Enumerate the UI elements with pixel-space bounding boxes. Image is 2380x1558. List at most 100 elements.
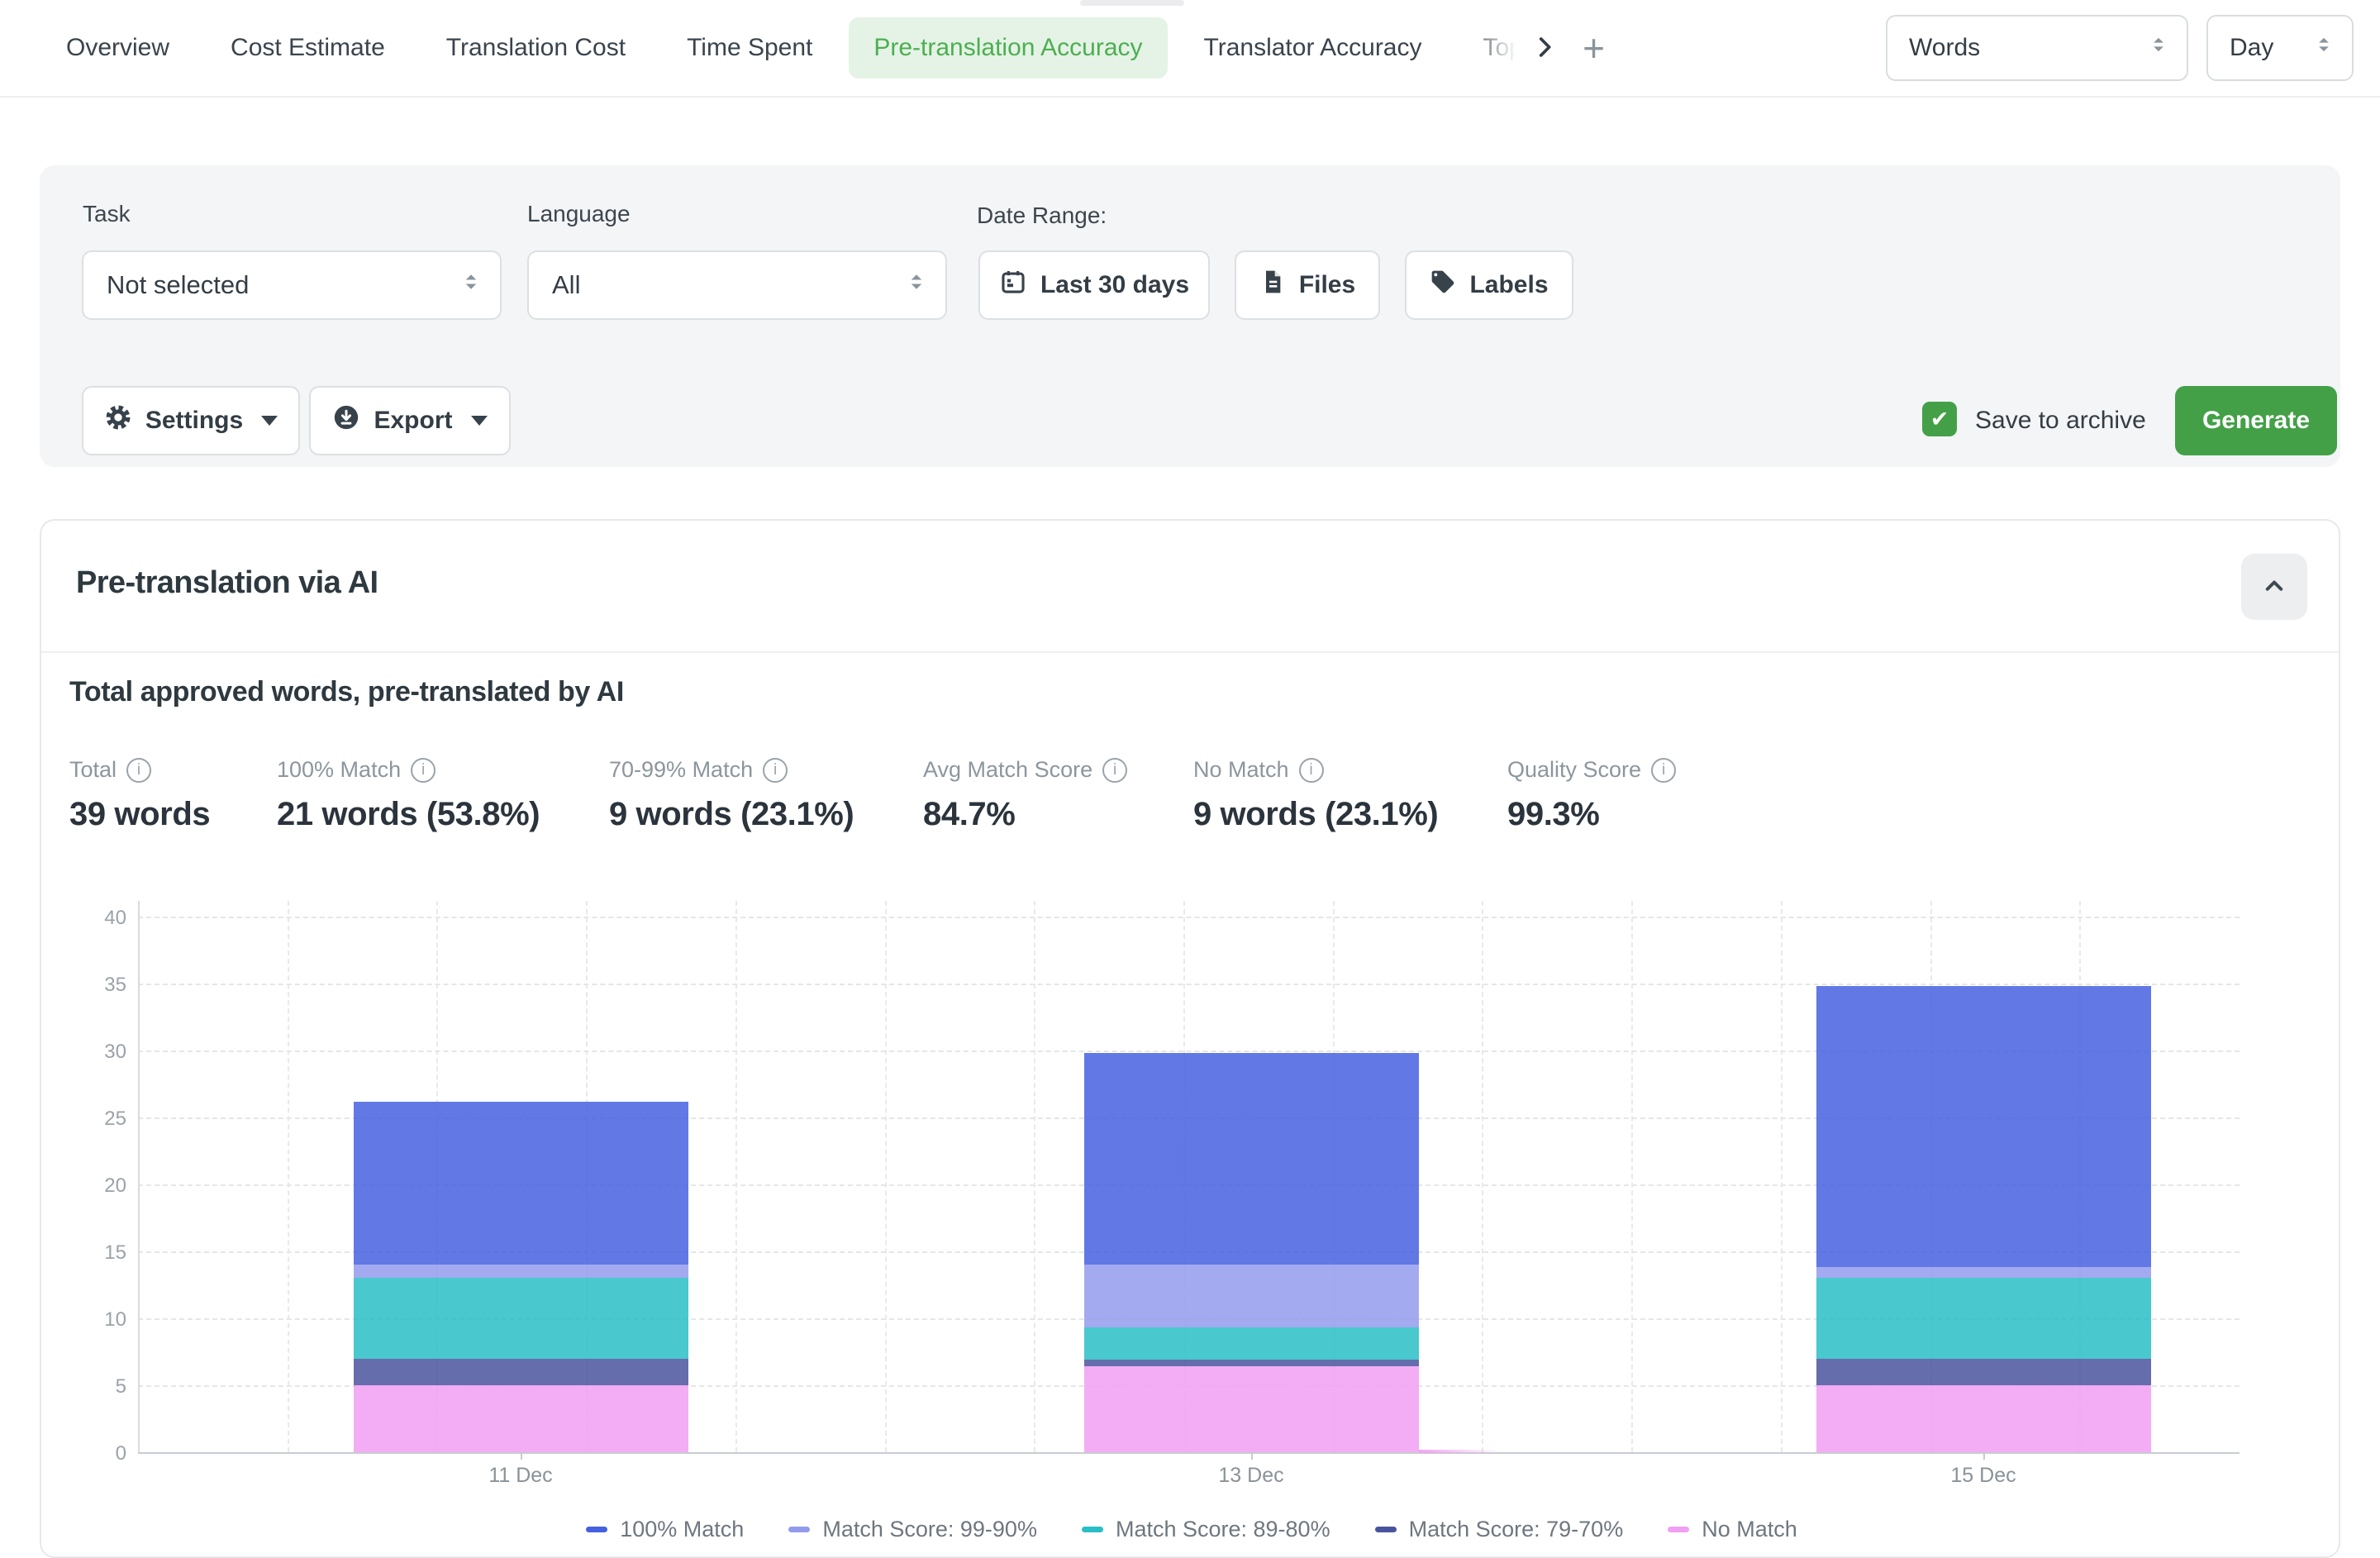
x-axis-tick [1983,1452,1985,1460]
stat-value: 99.3% [1507,796,1676,833]
plus-icon: + [1583,29,1605,67]
tab-cost-estimate[interactable]: Cost Estimate [206,17,410,79]
legend-label: 100% Match [620,1517,744,1542]
stat-label: 100% Match [277,757,401,783]
sort-arrows-icon [2312,33,2335,63]
settings-button-label: Settings [145,407,243,435]
horizontal-gridline [138,917,2240,918]
info-icon[interactable]: i [126,758,151,783]
tab-bar-selects: Words Day [1886,15,2354,81]
stat-value: 9 words (23.1%) [609,796,854,833]
horizontal-gridline [138,984,2240,985]
legend-color-dash [586,1527,607,1532]
date-range-button-label: Last 30 days [1040,271,1189,299]
bar-segment-13-dec-no-match[interactable] [1084,1366,1419,1452]
collapse-card-button[interactable] [2241,554,2307,620]
bar-segment-13-dec-100-match[interactable] [1084,1053,1419,1265]
bar-segment-13-dec-match-score-89-80-[interactable] [1084,1327,1419,1360]
bar-segment-13-dec-match-score-99-90-[interactable] [1084,1265,1419,1327]
bar-segment-11-dec-match-score-99-90-[interactable] [354,1265,688,1278]
tag-icon [1430,269,1456,302]
info-icon[interactable]: i [411,758,436,783]
sort-arrows-icon [2147,33,2170,63]
x-axis-tick [1251,1452,1253,1460]
add-report-tab-button[interactable]: + [1569,23,1619,73]
y-axis-tick-label: 5 [80,1375,126,1398]
info-icon[interactable]: i [1299,758,1324,783]
legend-item-match-score-99-90-[interactable]: Match Score: 99-90% [788,1517,1037,1542]
stat-label: Avg Match Score [923,757,1092,783]
period-select-value: Day [2230,34,2273,62]
y-axis-tick-label: 0 [80,1442,126,1465]
legend-color-dash [1668,1527,1689,1532]
labels-button-label: Labels [1469,271,1548,299]
bar-segment-11-dec-no-match[interactable] [354,1385,688,1452]
stat-avg-match-score: Avg Match Score i 84.7% [923,757,1127,833]
x-axis-tick [521,1452,522,1460]
y-axis-tick-label: 25 [80,1108,126,1131]
tab-time-spent[interactable]: Time Spent [662,17,837,79]
bar-segment-15-dec-match-score-99-90-[interactable] [1816,1267,2151,1278]
stat-label: Quality Score [1507,757,1641,783]
tabs-scroll-right-button[interactable] [1520,23,1569,73]
tab-translation-cost[interactable]: Translation Cost [421,17,650,79]
bar-segment-11-dec-100-match[interactable] [354,1102,688,1265]
y-axis-tick-label: 30 [80,1041,126,1064]
legend-item-no-match[interactable]: No Match [1668,1517,1797,1542]
chart-legend: 100% Match Match Score: 99-90% Match Score… [69,1517,2314,1542]
report-tab-bar: OverviewCost EstimateTranslation CostTim… [0,0,2380,98]
report-card: Pre-translation via AI Total approved wo… [40,519,2340,1558]
unit-select[interactable]: Words [1886,15,2188,81]
legend-item-100-match[interactable]: 100% Match [586,1517,744,1542]
labels-button[interactable]: Labels [1405,250,1573,320]
export-button-label: Export [374,407,452,435]
task-select[interactable]: Not selected [82,250,502,320]
bar-segment-13-dec-match-score-79-70-[interactable] [1084,1360,1419,1366]
stacked-bar-chart: 051015202530354011 Dec13 Dec15 Dec100% M… [69,884,2314,1556]
period-select[interactable]: Day [2206,15,2354,81]
y-axis-line [138,901,140,1452]
file-icon [1259,269,1286,302]
date-range-button[interactable]: Last 30 days [978,250,1210,320]
legend-label: Match Score: 89-80% [1116,1517,1330,1542]
legend-item-match-score-89-80-[interactable]: Match Score: 89-80% [1082,1517,1330,1542]
save-to-archive-checkbox[interactable]: ✔ [1922,402,1957,436]
legend-label: Match Score: 79-70% [1409,1517,1624,1542]
export-button[interactable]: Export [309,386,511,455]
legend-item-match-score-79-70-[interactable]: Match Score: 79-70% [1375,1517,1624,1542]
generate-button[interactable]: Generate [2175,386,2337,455]
gear-icon [104,403,132,438]
x-axis-tick-label: 15 Dec [1901,1464,2066,1488]
sort-arrows-icon [459,269,483,301]
bar-segment-15-dec-match-score-79-70-[interactable] [1816,1359,2151,1385]
tab-top[interactable]: Top [1459,17,1520,79]
save-to-archive-label[interactable]: Save to archive [1975,407,2146,435]
language-select[interactable]: All [527,250,947,320]
tab-translator-accuracy[interactable]: Translator Accuracy [1179,17,1447,79]
bar-segment-15-dec-100-match[interactable] [1816,986,2151,1267]
y-axis-tick-label: 10 [80,1308,126,1332]
info-icon[interactable]: i [1651,758,1676,783]
info-icon[interactable]: i [1102,758,1127,783]
checkmark-icon: ✔ [1930,407,1949,432]
stat-value: 84.7% [923,796,1127,833]
x-axis-line [138,1452,2240,1454]
y-axis-tick-label: 40 [80,907,126,930]
stat-label: Total [69,757,117,783]
bar-segment-11-dec-match-score-79-70-[interactable] [354,1359,688,1385]
files-button-label: Files [1299,271,1355,299]
download-icon [332,403,360,438]
files-button[interactable]: Files [1235,250,1380,320]
legend-color-dash [788,1527,810,1532]
tab-overview[interactable]: Overview [41,17,194,79]
section-title: Total approved words, pre-translated by … [69,676,624,708]
bar-segment-15-dec-match-score-89-80-[interactable] [1816,1278,2151,1358]
info-icon[interactable]: i [763,758,788,783]
tab-pre-translation-accuracy[interactable]: Pre-translation Accuracy [849,17,1167,79]
y-axis-tick-label: 20 [80,1174,126,1198]
bar-segment-11-dec-match-score-89-80-[interactable] [354,1278,688,1358]
bar-segment-15-dec-no-match[interactable] [1816,1385,2151,1452]
settings-button[interactable]: Settings [82,386,300,455]
caret-down-icon [471,416,488,426]
chevron-right-icon [1530,33,1559,64]
